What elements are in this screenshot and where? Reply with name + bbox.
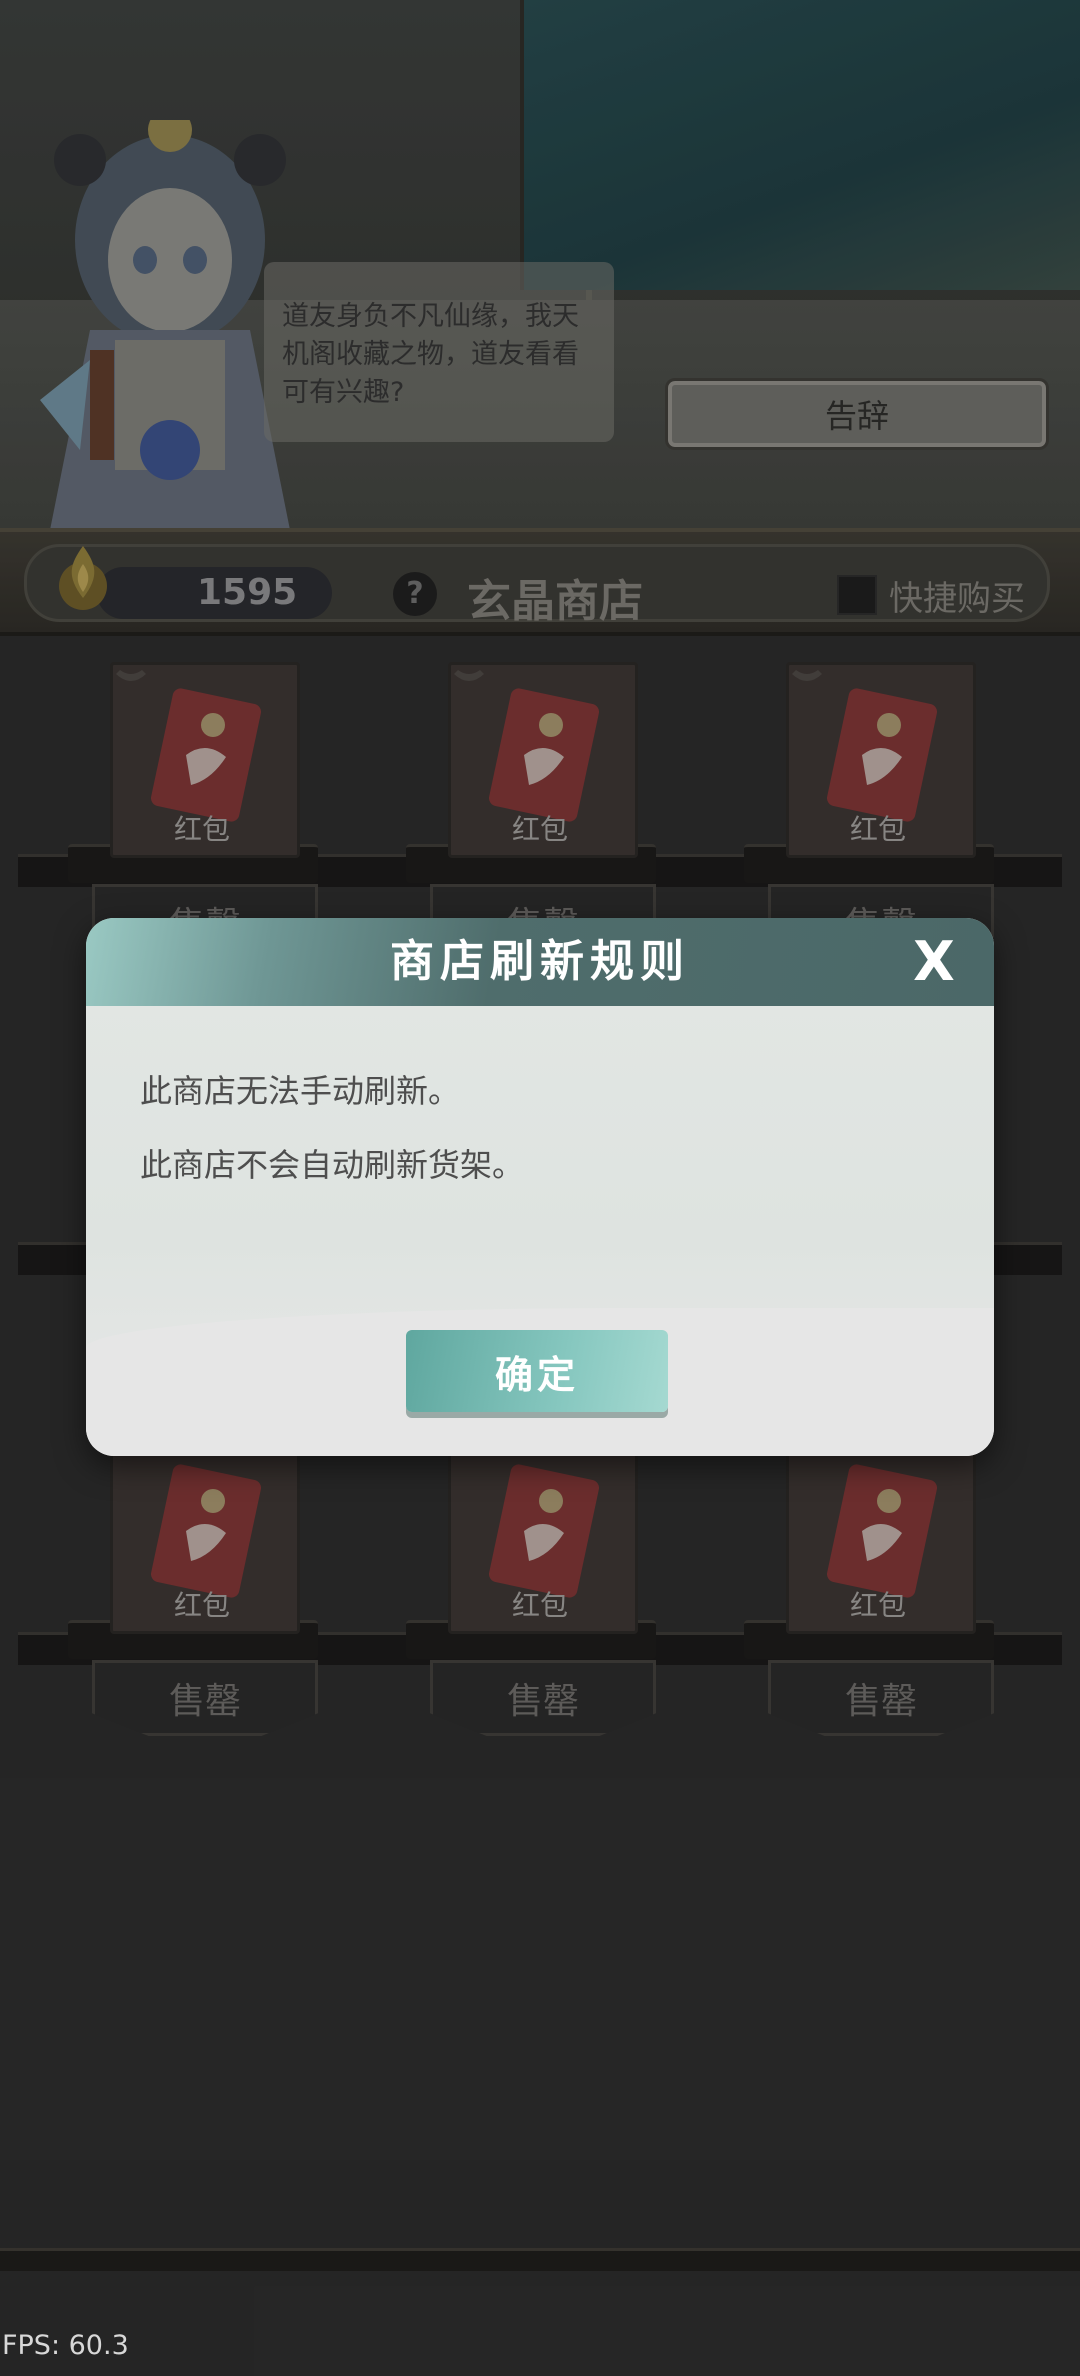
dialog-body: 此商店无法手动刷新。 此商店不会自动刷新货架。 bbox=[140, 1068, 940, 1216]
rule-line: 此商店无法手动刷新。 bbox=[140, 1072, 461, 1110]
dialog-title: 商店刷新规则 bbox=[390, 936, 690, 987]
confirm-button[interactable]: 确定 bbox=[406, 1330, 668, 1412]
refresh-rules-dialog: 商店刷新规则 X 此商店无法手动刷新。 此商店不会自动刷新货架。 确定 bbox=[86, 918, 994, 1456]
confirm-button-label: 确定 bbox=[494, 1352, 579, 1397]
fps-counter: FPS: 60.3 bbox=[2, 2330, 129, 2361]
close-icon[interactable]: X bbox=[904, 932, 964, 992]
rule-line: 此商店不会自动刷新货架。 bbox=[140, 1146, 525, 1184]
